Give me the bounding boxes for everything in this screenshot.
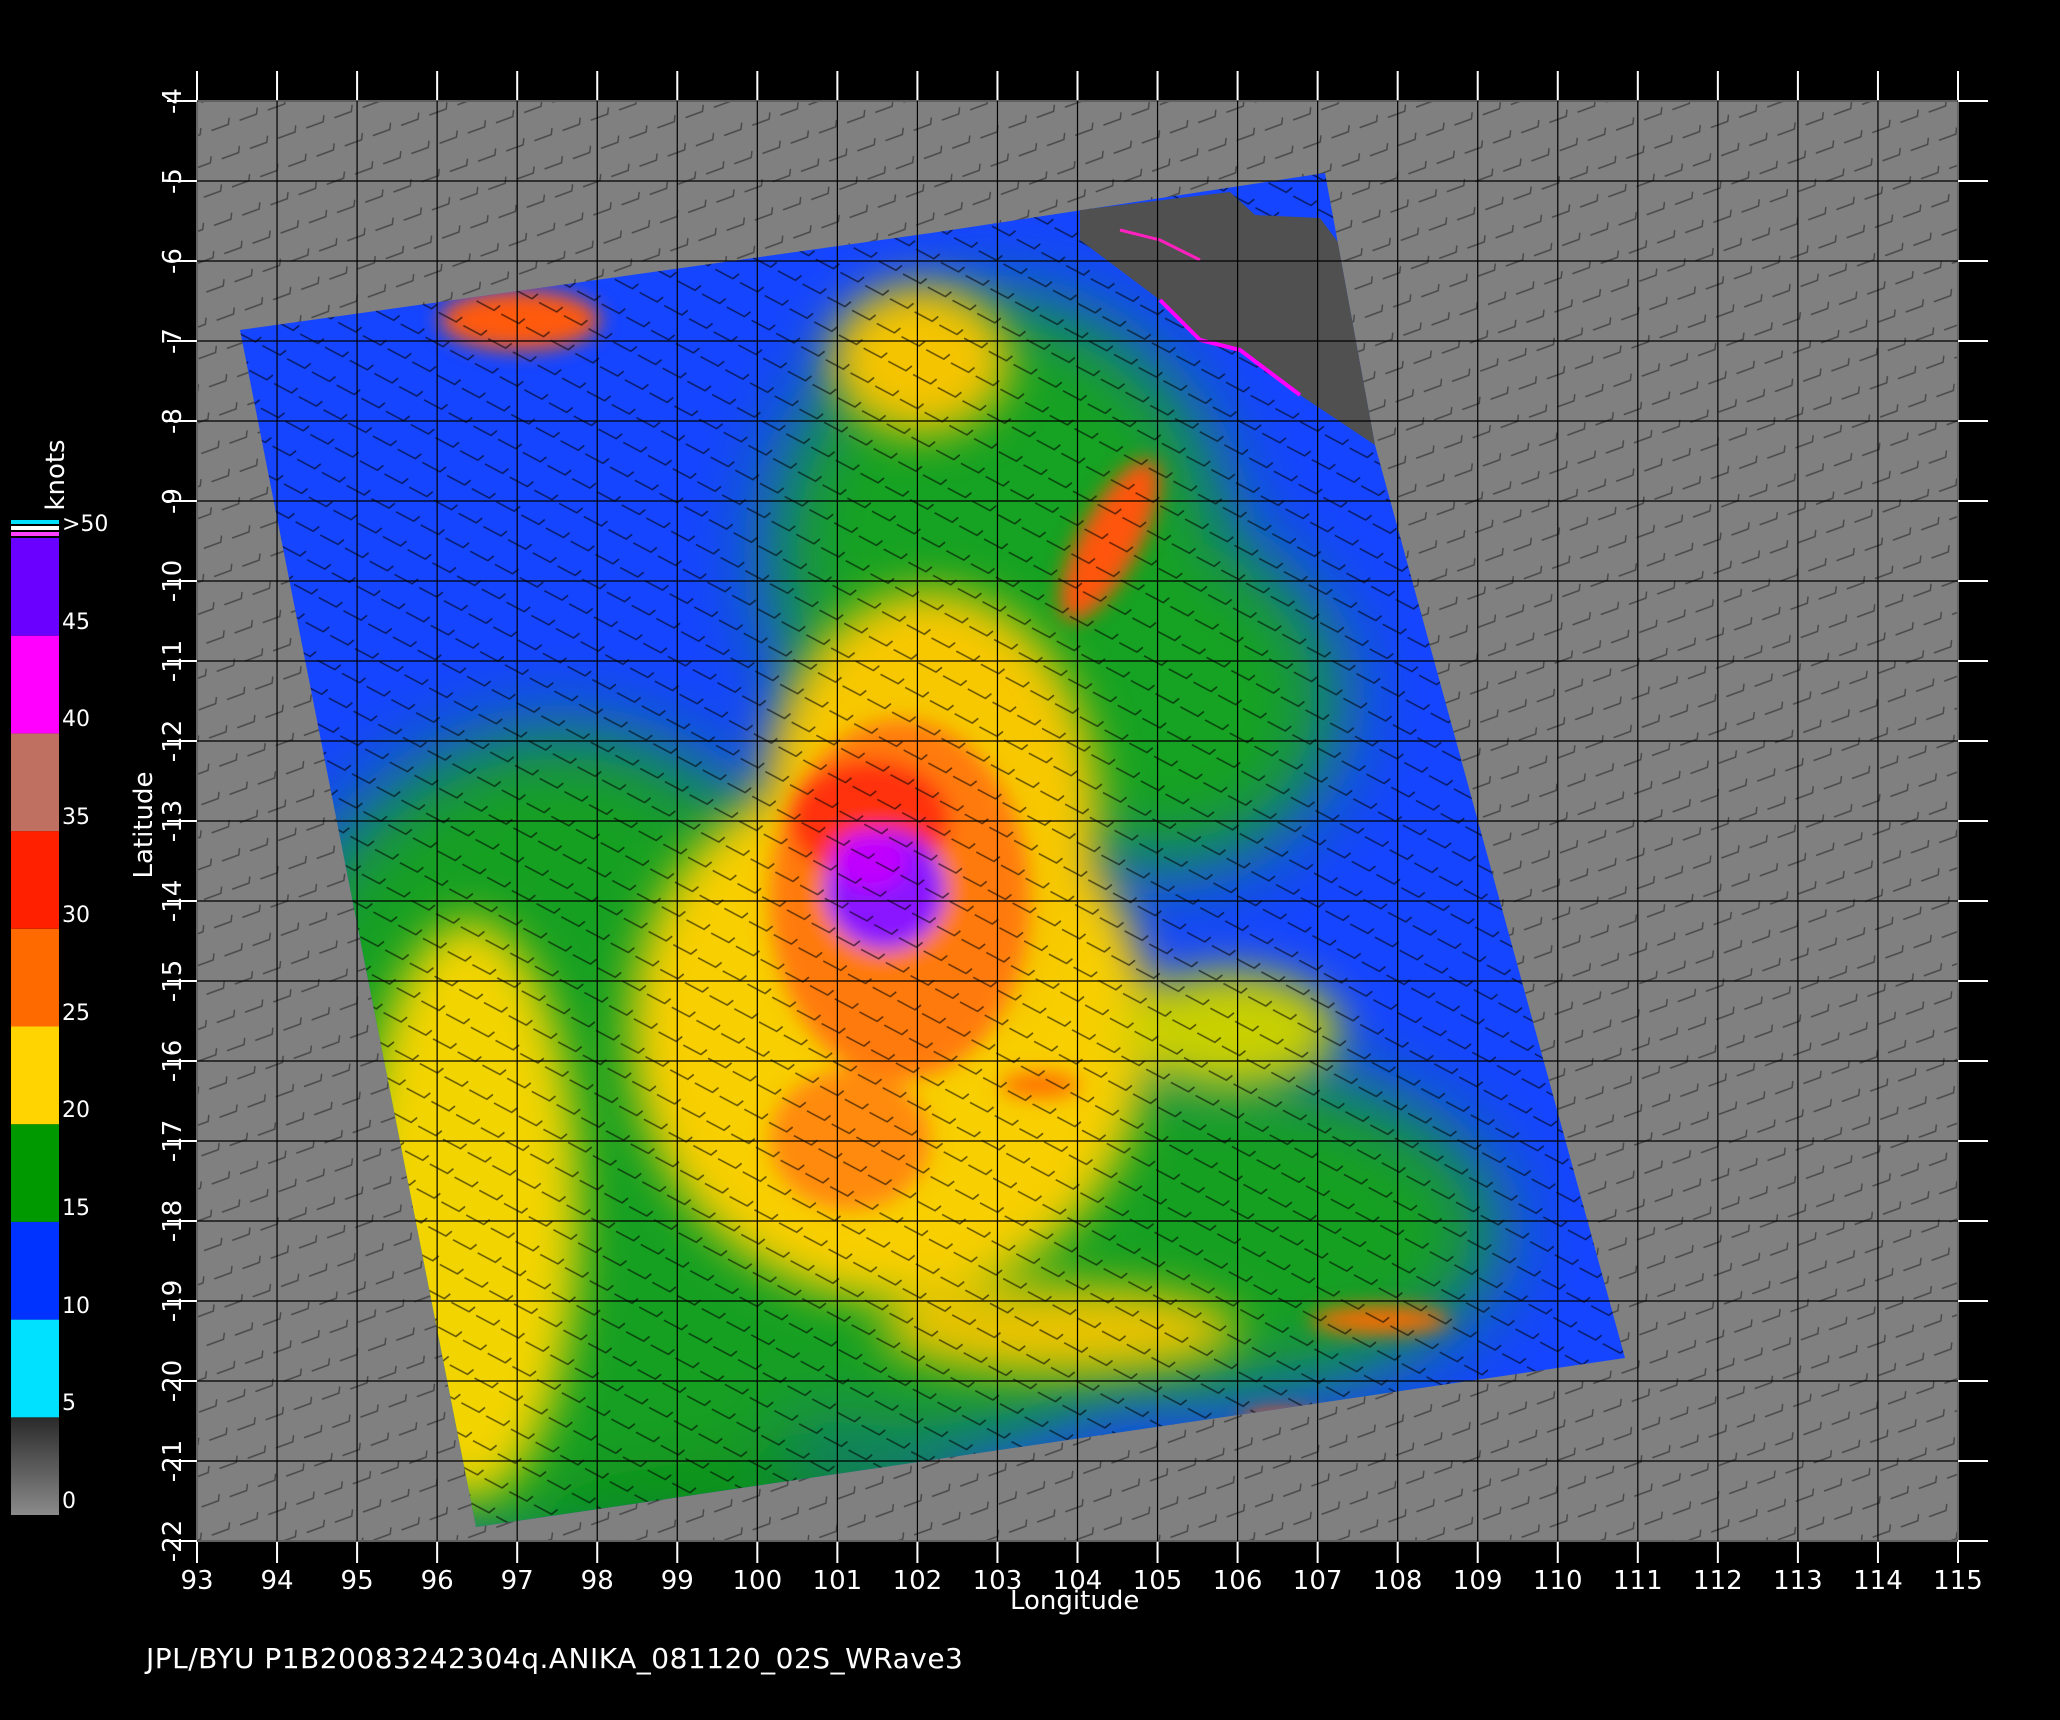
- colorbar-bin: [11, 635, 59, 734]
- latitude-tick-label: -9: [158, 488, 188, 514]
- longitude-tick-label: 102: [892, 1566, 943, 1596]
- x-axis-label: Longitude: [1010, 1586, 1140, 1616]
- latitude-tick-label: -19: [158, 1279, 188, 1323]
- colorbar-tick-label: 30: [62, 902, 90, 928]
- longitude-tick-label: 109: [1452, 1566, 1503, 1596]
- colorbar-tick-label: 20: [62, 1098, 90, 1124]
- wind-speed-colorbar: [11, 520, 59, 1515]
- longitude-tick-label: 101: [812, 1566, 863, 1596]
- colorbar-tick-label: 40: [62, 707, 90, 733]
- longitude-tick-label: 114: [1853, 1566, 1903, 1596]
- longitude-tick-label: 111: [1612, 1566, 1663, 1596]
- latitude-tick-label: -8: [158, 408, 188, 434]
- colorbar-tick-label: 45: [62, 609, 90, 635]
- colorbar-tick-label: 0: [62, 1489, 76, 1514]
- y-axis-label: Latitude: [129, 771, 159, 879]
- longitude-tick-label: 100: [732, 1566, 783, 1596]
- latitude-tick-label: -6: [158, 248, 188, 274]
- colorbar-bin: [11, 928, 59, 1027]
- colorbar-bin: [11, 1124, 59, 1222]
- latitude-tick-label: -7: [158, 328, 188, 354]
- longitude-tick-label: 95: [340, 1566, 374, 1596]
- latitude-tick-label: -15: [158, 959, 188, 1003]
- latitude-tick-label: -16: [158, 1039, 188, 1083]
- colorbar-tick-label: 15: [62, 1195, 90, 1221]
- longitude-tick-label: 108: [1372, 1566, 1423, 1596]
- latitude-tick-label: -5: [158, 168, 188, 194]
- latitude-tick-label: -20: [158, 1359, 188, 1403]
- latitude-tick-label: -18: [158, 1199, 188, 1243]
- latitude-tick-label: -21: [158, 1439, 188, 1483]
- colorbar-tick-label: 25: [62, 1000, 90, 1026]
- longitude-tick-label: 96: [420, 1566, 454, 1596]
- latitude-tick-label: -13: [158, 799, 188, 843]
- colorbar-label: knots: [41, 439, 71, 511]
- longitude-tick-label: 113: [1773, 1566, 1823, 1596]
- longitude-tick-label: 98: [580, 1566, 614, 1596]
- latitude-tick-label: -10: [158, 559, 188, 603]
- latitude-tick-label: -14: [158, 879, 188, 923]
- latitude-tick-label: -12: [158, 719, 188, 763]
- colorbar-bin: [11, 1417, 59, 1515]
- colorbar-tick-label: 10: [62, 1293, 90, 1319]
- latitude-tick-label: -22: [158, 1519, 188, 1563]
- longitude-tick-label: 115: [1933, 1566, 1983, 1596]
- longitude-tick-label: 106: [1212, 1566, 1263, 1596]
- longitude-tick-label: 94: [260, 1566, 294, 1596]
- longitude-tick-label: 107: [1292, 1566, 1343, 1596]
- colorbar-bin: [11, 733, 59, 832]
- colorbar-bin: [11, 831, 59, 929]
- longitude-tick-label: 112: [1693, 1566, 1743, 1596]
- colorbar-bin: [11, 538, 59, 636]
- colorbar-bin: [11, 1319, 59, 1418]
- longitude-tick-label: 110: [1532, 1566, 1583, 1596]
- colorbar-tick-label: 35: [62, 805, 90, 831]
- latitude-tick-label: -4: [158, 88, 188, 114]
- colorbar-bin: [11, 1221, 59, 1320]
- colorbar-stripe: [11, 532, 59, 536]
- latitude-tick-label: -11: [158, 639, 188, 683]
- colorbar-bin: [11, 1026, 59, 1125]
- product-caption: JPL/BYU P1B20083242304q.ANIKA_081120_02S…: [146, 1642, 964, 1675]
- wind-speed-map: [11, 71, 1988, 1563]
- colorbar-stripe: [11, 526, 59, 530]
- longitude-tick-label: 97: [500, 1566, 534, 1596]
- longitude-tick-label: 99: [660, 1566, 694, 1596]
- latitude-tick-label: -17: [158, 1119, 188, 1163]
- colorbar-tick-label: 5: [62, 1391, 76, 1417]
